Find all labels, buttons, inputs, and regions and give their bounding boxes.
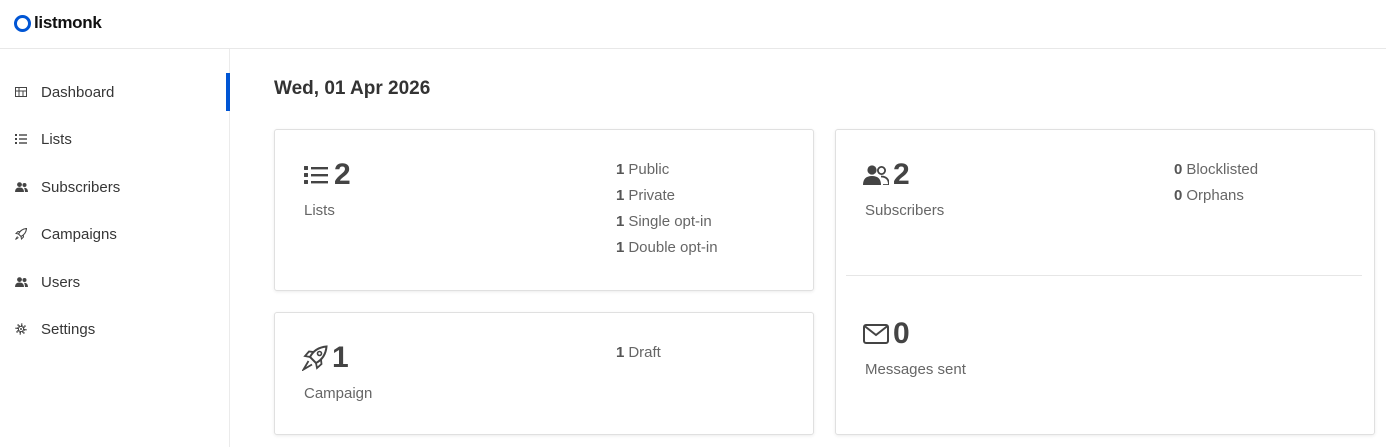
logo-ring-icon <box>14 14 31 32</box>
messages-label: Messages sent <box>865 361 966 378</box>
rocket-icon <box>302 345 328 371</box>
messages-stat: 0 <box>863 317 910 351</box>
breakdown-row: 0 Blocklisted <box>1174 161 1259 178</box>
sidebar-item-users[interactable]: Users <box>0 263 229 301</box>
breakdown-row: 0 Orphans <box>1174 187 1244 204</box>
list-icon <box>14 132 28 146</box>
card-divider <box>846 275 1362 276</box>
lists-label: Lists <box>304 202 335 219</box>
lists-breakdown: 1 Public 1 Private 1 Single opt-in 1 Double … <box>616 157 718 261</box>
rocket-icon <box>14 227 28 241</box>
users-icon <box>14 275 28 289</box>
subscribers-stat: 2 <box>863 158 910 192</box>
logo[interactable]: listmonk <box>14 13 102 33</box>
breakdown-row: 1 Single opt-in <box>616 213 712 230</box>
users-icon <box>863 165 889 185</box>
sidebar-item-lists[interactable]: Lists <box>0 120 229 158</box>
subscribers-count: 2 <box>893 158 910 191</box>
campaigns-stat: 1 <box>302 341 349 375</box>
users-icon <box>14 180 28 194</box>
subscribers-breakdown: 0 Blocklisted 0 Orphans <box>1174 157 1258 209</box>
sidebar-item-label: Settings <box>41 320 96 338</box>
top-bar: listmonk <box>0 0 1386 49</box>
campaigns-card[interactable]: 1 Campaign 1 Draft <box>274 312 814 435</box>
envelope-icon <box>863 324 889 344</box>
sidebar-item-label: Users <box>41 273 81 291</box>
campaigns-count: 1 <box>332 341 349 374</box>
list-icon <box>304 166 328 184</box>
sidebar-item-settings[interactable]: Settings <box>0 310 229 348</box>
campaigns-label: Campaign <box>304 385 373 402</box>
dashboard-main: Wed, 01 Apr 2026 2 Lists 1 Public 1 Privat… <box>230 49 1386 447</box>
breakdown-row: 1 Private <box>616 187 676 204</box>
sidebar-item-label: Subscribers <box>41 178 121 196</box>
sidebar-item-campaigns[interactable]: Campaigns <box>0 215 229 253</box>
logo-text: listmonk <box>34 13 102 32</box>
gear-icon <box>14 322 28 336</box>
breakdown-row: 1 Double opt-in <box>616 239 718 256</box>
subscribers-card[interactable]: 2 Subscribers 0 Blocklisted 0 Orphans 0 Me… <box>835 129 1375 435</box>
dashboard-icon <box>14 85 28 99</box>
sidebar-item-label: Campaigns <box>41 225 117 243</box>
breakdown-row: 1 Draft <box>616 344 661 361</box>
subscribers-label: Subscribers <box>865 202 945 219</box>
sidebar-item-subscribers[interactable]: Subscribers <box>0 168 229 206</box>
sidebar-item-label: Dashboard <box>41 83 115 101</box>
sidebar-item-label: Lists <box>41 130 72 148</box>
lists-count: 2 <box>334 158 351 191</box>
sidebar-item-dashboard[interactable]: Dashboard <box>0 73 230 111</box>
breakdown-row: 1 Public <box>616 161 670 178</box>
sidebar: Dashboard Lists Subscribers Campaigns Us… <box>0 49 230 447</box>
lists-stat: 2 <box>304 158 351 192</box>
campaigns-breakdown: 1 Draft <box>616 340 661 366</box>
lists-card[interactable]: 2 Lists 1 Public 1 Private 1 Single opt-in … <box>274 129 814 291</box>
messages-count: 0 <box>893 317 910 350</box>
page-title-date: Wed, 01 Apr 2026 <box>274 78 431 99</box>
